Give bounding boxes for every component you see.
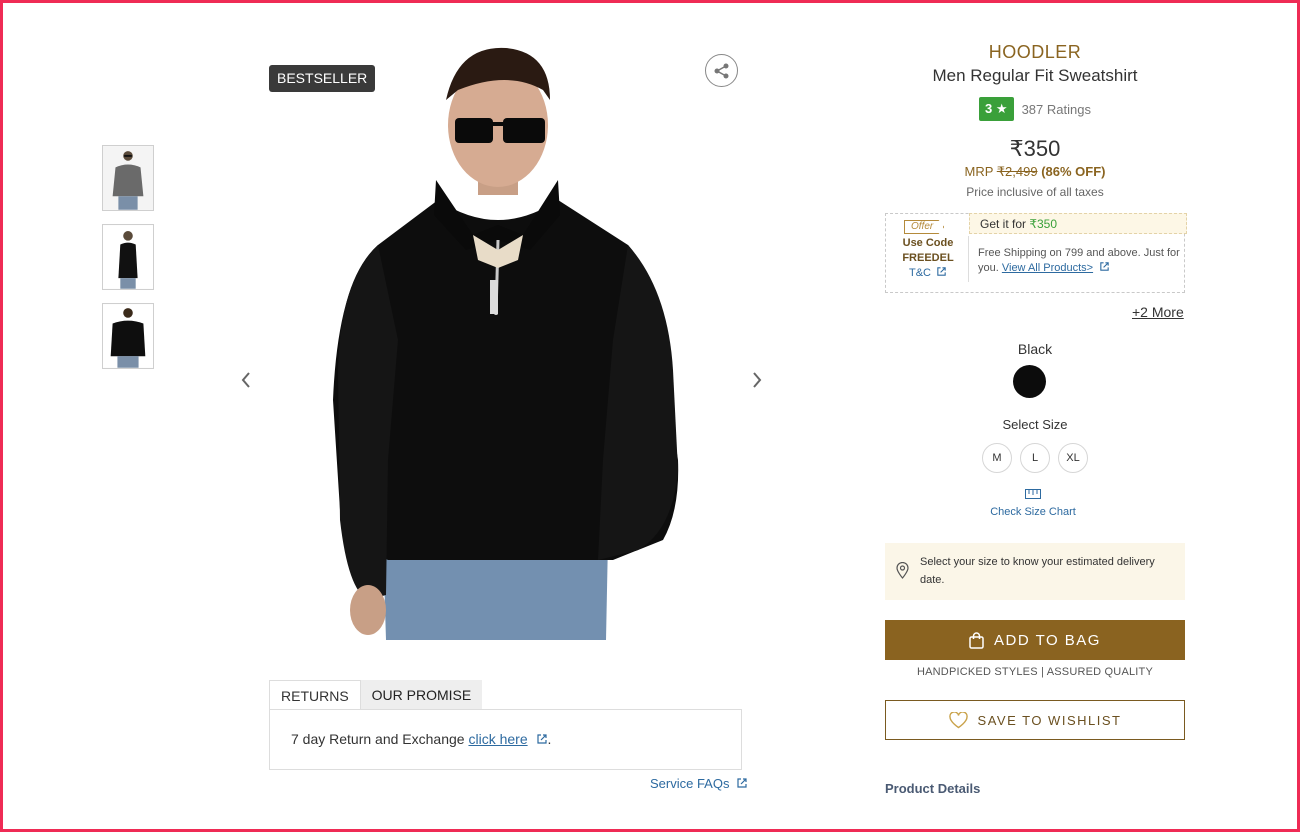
selling-price: ₹350 [1009, 136, 1061, 161]
bag-icon [969, 631, 984, 649]
service-faqs-label: Service FAQs [650, 776, 730, 791]
star-icon: ★ [995, 101, 1008, 116]
returns-panel: 7 day Return and Exchange click here . [269, 709, 742, 770]
discount-percent: (86% OFF) [1041, 164, 1106, 179]
offer-tag: Offer [904, 220, 945, 234]
share-button[interactable] [705, 54, 738, 87]
external-link-icon [737, 778, 747, 788]
size-option-xl[interactable]: XL [1058, 443, 1088, 473]
next-image-button[interactable] [744, 366, 770, 394]
offer-headline: Get it for ₹350 [969, 213, 1187, 234]
delivery-text: Select your size to know your estimated … [920, 556, 1155, 586]
size-chart-link[interactable]: Check Size Chart [885, 486, 1181, 518]
assurance-tagline: HANDPICKED STYLES | ASSURED QUALITY [916, 666, 1154, 678]
returns-link[interactable]: click here [468, 731, 527, 747]
external-link-icon [1100, 262, 1109, 271]
offer-divider [968, 236, 969, 282]
mrp-value: ₹2,499 [996, 164, 1038, 179]
offer-price: ₹350 [1029, 217, 1058, 231]
tab-our-promise[interactable]: OUR PROMISE [360, 680, 483, 710]
info-tabs: RETURNS OUR PROMISE [269, 680, 483, 710]
size-option-l[interactable]: L [1020, 443, 1050, 473]
rating-badge[interactable]: 3 ★ [979, 97, 1014, 121]
chevron-right-icon [753, 372, 762, 388]
product-main-image [268, 40, 748, 640]
size-label: Select Size [1002, 417, 1068, 432]
get-it-for-label: Get it for [980, 217, 1030, 231]
thumbnail-side[interactable] [102, 224, 154, 290]
mrp-label: MRP [964, 164, 997, 179]
size-chart-label: Check Size Chart [990, 506, 1076, 518]
chevron-left-icon [241, 372, 250, 388]
tax-note: Price inclusive of all taxes [966, 185, 1104, 199]
more-offers-link[interactable]: +2 More [1132, 304, 1184, 320]
coupon-code[interactable]: FREEDEL [886, 251, 970, 266]
offer-code-block: Use Code FREEDEL T&C [886, 236, 970, 281]
offer-description: Free Shipping on 799 and above. Just for… [978, 246, 1183, 276]
returns-text: 7 day Return and Exchange [291, 731, 469, 747]
offer-card: Offer Use Code FREEDEL T&C Get it for ₹3… [885, 213, 1187, 293]
view-all-products-link[interactable]: View All Products> [1002, 262, 1093, 274]
external-link-icon [937, 267, 946, 276]
add-to-bag-label: ADD TO BAG [994, 631, 1101, 649]
location-pin-icon [896, 562, 909, 579]
color-swatch-black[interactable] [1013, 365, 1046, 398]
bestseller-badge: BESTSELLER [269, 65, 376, 92]
product-name: Men Regular Fit Sweatshirt [932, 66, 1138, 85]
thumbnail-back-image [103, 304, 153, 368]
share-icon [714, 63, 728, 78]
save-to-wishlist-button[interactable]: SAVE TO WISHLIST [885, 700, 1185, 740]
wishlist-label: SAVE TO WISHLIST [977, 712, 1122, 728]
use-code-label: Use Code [902, 237, 954, 249]
heart-icon [948, 711, 968, 728]
thumbnail-front-image [103, 146, 153, 210]
tc-label: T&C [908, 267, 931, 279]
service-faqs-link[interactable]: Service FAQs [650, 776, 748, 791]
color-label: Black [1017, 341, 1053, 357]
thumbnail-back[interactable] [102, 303, 154, 369]
prev-image-button[interactable] [233, 366, 259, 394]
thumbnail-front[interactable] [102, 145, 154, 211]
ratings-count: 387 Ratings [1021, 101, 1091, 117]
brand-name[interactable]: HOODLER [885, 42, 1185, 63]
model-photo [268, 40, 748, 640]
tc-link[interactable]: T&C [886, 266, 970, 281]
size-options: M L XL [982, 443, 1088, 473]
rating-row: 3 ★ 387 Ratings [885, 97, 1185, 121]
product-details-heading[interactable]: Product Details [885, 781, 980, 796]
tab-returns[interactable]: RETURNS [269, 680, 361, 710]
size-option-m[interactable]: M [982, 443, 1012, 473]
rating-value: 3 [985, 101, 993, 116]
ruler-icon [1025, 489, 1041, 499]
external-link-icon [536, 734, 547, 744]
add-to-bag-button[interactable]: ADD TO BAG [885, 620, 1185, 660]
delivery-estimate-box: Select your size to know your estimated … [885, 543, 1185, 600]
thumbnail-side-image [103, 225, 153, 289]
returns-suffix: . [547, 731, 552, 747]
mrp-row: MRP ₹2,499 (86% OFF) [885, 164, 1185, 180]
